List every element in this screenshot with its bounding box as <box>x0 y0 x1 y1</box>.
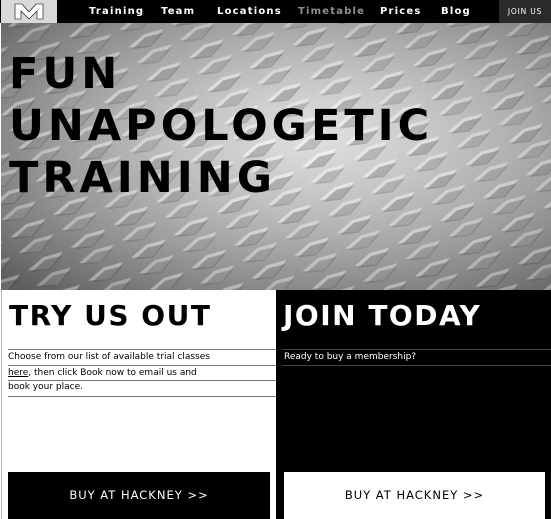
nav-item-timetable[interactable]: Timetable <box>298 0 365 23</box>
trial-text-line-1: Choose from our list of available trial … <box>8 352 210 362</box>
buy-at-hackney-membership-button[interactable]: BUY AT HACKNEY >> <box>284 472 545 519</box>
join-us-button[interactable]: JOIN US <box>499 0 551 23</box>
nav-item-team[interactable]: Team <box>161 0 195 23</box>
trial-text-line-3: book your place. <box>8 382 83 392</box>
trial-text-line-2-rest: , then click Book now to email us and <box>28 368 197 378</box>
top-nav: Training Team Locations Timetable Prices… <box>0 0 551 23</box>
logo[interactable] <box>1 0 57 23</box>
hero-title-line-2: UNAPOLOGETIC <box>9 101 434 151</box>
logo-m-icon <box>14 3 44 20</box>
join-today-panel: JOIN TODAY Ready to buy a membership? BU… <box>276 290 551 519</box>
nav-item-training[interactable]: Training <box>89 0 144 23</box>
divider <box>282 365 551 366</box>
trial-classes-link[interactable]: here <box>8 368 28 378</box>
join-today-title: JOIN TODAY <box>283 299 482 332</box>
hero-title-line-3: TRAINING <box>9 153 276 203</box>
try-us-out-panel: TRY US OUT Choose from our list of avail… <box>1 290 276 519</box>
nav-item-blog[interactable]: Blog <box>441 0 471 23</box>
divider <box>8 396 276 397</box>
membership-text: Ready to buy a membership? <box>284 352 417 362</box>
try-us-out-title: TRY US OUT <box>9 299 212 332</box>
nav-item-locations[interactable]: Locations <box>217 0 282 23</box>
hero-banner: FUN UNAPOLOGETIC TRAINING <box>1 23 551 290</box>
nav-item-prices[interactable]: Prices <box>380 0 422 23</box>
trial-text-line-2: here, then click Book now to email us an… <box>8 366 197 380</box>
buy-at-hackney-trial-button[interactable]: BUY AT HACKNEY >> <box>8 472 270 519</box>
hero-title-line-1: FUN <box>9 49 122 99</box>
